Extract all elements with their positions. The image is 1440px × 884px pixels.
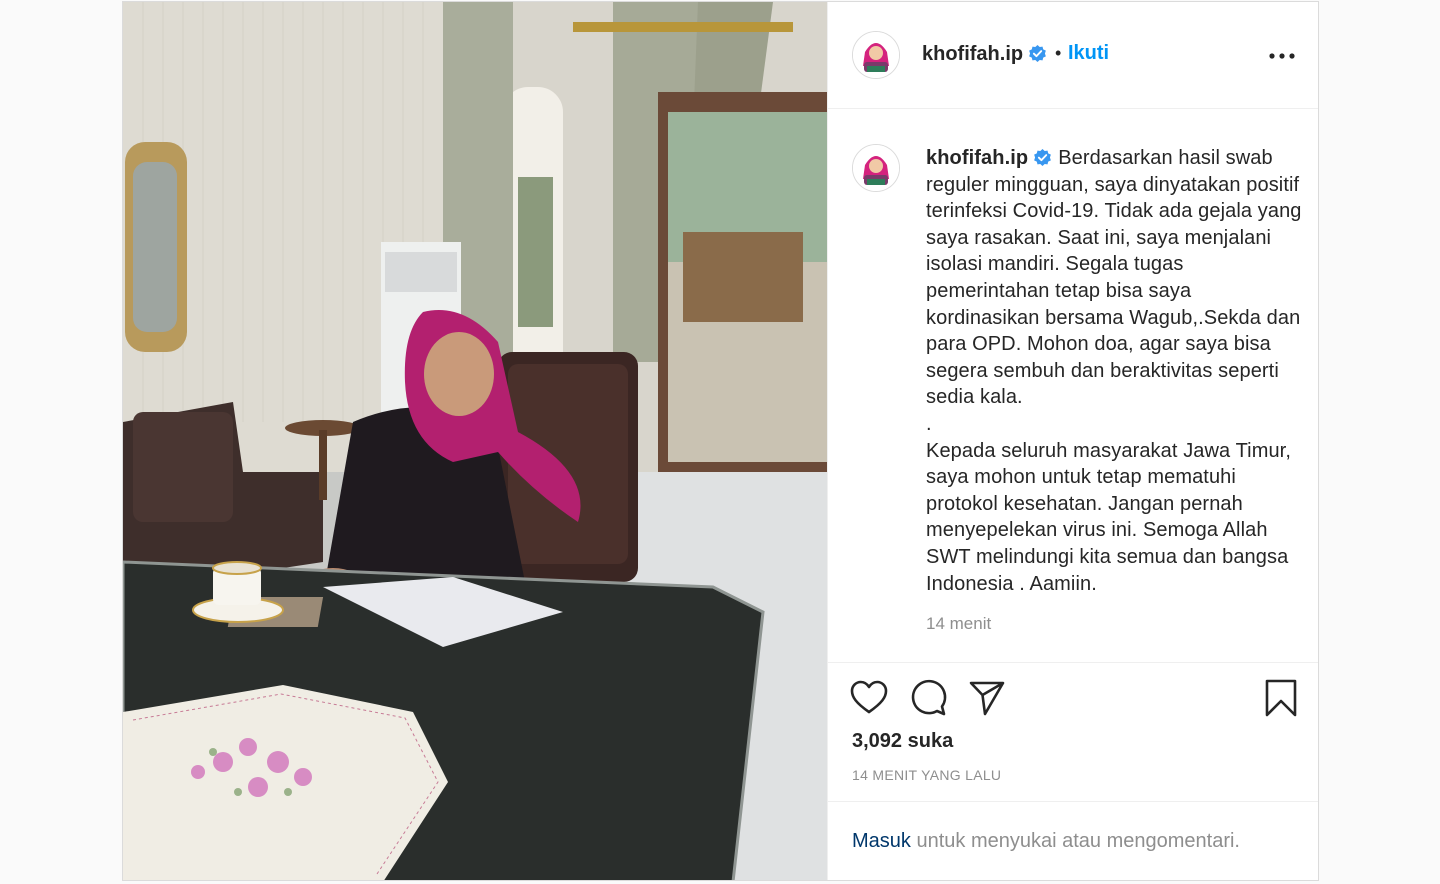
actions-bar: 3,092 suka 14 MENIT YANG LALU [828,663,1318,802]
login-prompt-text: untuk menyukai atau mengomentari. [910,830,1240,852]
heart-icon[interactable] [850,679,888,717]
login-prompt: Masuk untuk menyukai atau mengomentari. [852,830,1240,853]
header-separator: • [1055,43,1062,63]
caption-text: khofifah.ip Berdasarkan hasil swab regule… [926,145,1306,597]
post-photo[interactable] [123,2,827,880]
caption-avatar[interactable] [852,144,900,192]
caption-username-text[interactable]: khofifah.ip [926,147,1028,169]
send-icon[interactable] [968,679,1006,717]
post-photo-image [123,2,827,880]
post-side-panel: khofifah.ip • Ikuti khofifah.ip Berdasar… [827,2,1318,880]
comment-icon[interactable] [909,679,947,717]
caption-username[interactable]: khofifah.ip [926,147,1052,169]
caption-dot: . [926,412,932,435]
header-username-text[interactable]: khofifah.ip [922,43,1023,65]
verified-badge-icon [1029,44,1046,63]
caption-area: khofifah.ip Berdasarkan hasil swab regule… [828,109,1318,663]
caption-avatar-image [853,145,899,191]
more-horizontal-icon[interactable] [1268,46,1296,66]
caption-paragraph-2: Kepada seluruh masyarakat Jawa Timur, sa… [926,439,1291,595]
likes-count[interactable]: 3,092 suka [852,730,953,753]
avatar-image [853,32,899,78]
header-username[interactable]: khofifah.ip [922,43,1047,66]
caption-paragraph-1-text: Berdasarkan hasil swab reguler mingguan,… [926,147,1302,409]
avatar[interactable] [852,31,900,79]
post-timestamp: 14 MENIT YANG LALU [852,767,1002,783]
caption-verified-badge-icon [1034,148,1052,167]
caption-paragraph-1: khofifah.ip Berdasarkan hasil swab regule… [926,145,1306,411]
login-link[interactable]: Masuk [852,830,911,852]
bookmark-icon[interactable] [1262,679,1300,717]
post-header: khofifah.ip • Ikuti [828,2,1318,109]
follow-button[interactable]: Ikuti [1068,42,1109,65]
caption-time: 14 menit [926,614,992,633]
instagram-post: khofifah.ip • Ikuti khofifah.ip Berdasar… [122,1,1319,881]
